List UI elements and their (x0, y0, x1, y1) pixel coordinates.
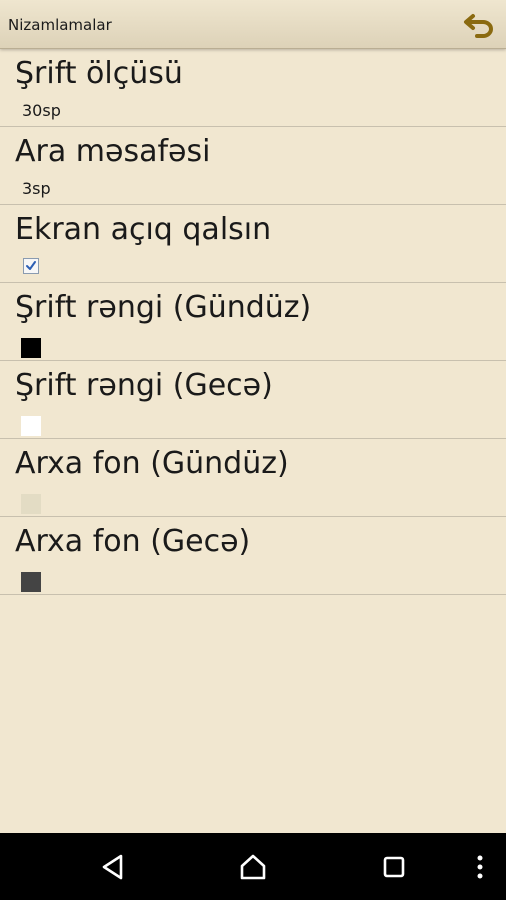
setting-font-color-night[interactable]: Şrift rəngi (Gecə) (0, 361, 506, 439)
setting-label: Şrift ölçüsü (15, 56, 183, 91)
setting-value: 30sp (22, 101, 61, 120)
setting-background-day[interactable]: Arxa fon (Gündüz) (0, 439, 506, 517)
setting-background-night[interactable]: Arxa fon (Gecə) (0, 517, 506, 595)
setting-value: 3sp (22, 179, 51, 198)
setting-label: Arxa fon (Gündüz) (15, 446, 289, 481)
color-swatch[interactable] (21, 572, 41, 592)
setting-line-spacing[interactable]: Ara məsafəsi 3sp (0, 127, 506, 205)
settings-list: Şrift ölçüsü 30sp Ara məsafəsi 3sp Ekran… (0, 49, 506, 595)
setting-keep-screen-on[interactable]: Ekran açıq qalsın (0, 205, 506, 283)
setting-font-color-day[interactable]: Şrift rəngi (Gündüz) (0, 283, 506, 361)
vertical-dots-menu-icon[interactable] (462, 849, 498, 885)
color-swatch[interactable] (21, 416, 41, 436)
square-recents-icon[interactable] (376, 849, 412, 885)
page-title: Nizamlamalar (8, 16, 112, 34)
color-swatch[interactable] (21, 494, 41, 514)
setting-label: Arxa fon (Gecə) (15, 524, 251, 559)
undo-arrow-icon[interactable] (462, 8, 496, 40)
setting-label: Ekran açıq qalsın (15, 212, 272, 247)
keep-screen-on-checkbox[interactable] (23, 258, 39, 274)
home-icon[interactable] (235, 849, 271, 885)
setting-font-size[interactable]: Şrift ölçüsü 30sp (0, 49, 506, 127)
color-swatch[interactable] (21, 338, 41, 358)
action-bar: Nizamlamalar (0, 0, 506, 49)
setting-label: Ara məsafəsi (15, 134, 211, 169)
setting-label: Şrift rəngi (Gündüz) (15, 290, 312, 325)
system-navigation-bar (0, 833, 506, 900)
triangle-back-icon[interactable] (95, 849, 131, 885)
setting-label: Şrift rəngi (Gecə) (15, 368, 273, 403)
